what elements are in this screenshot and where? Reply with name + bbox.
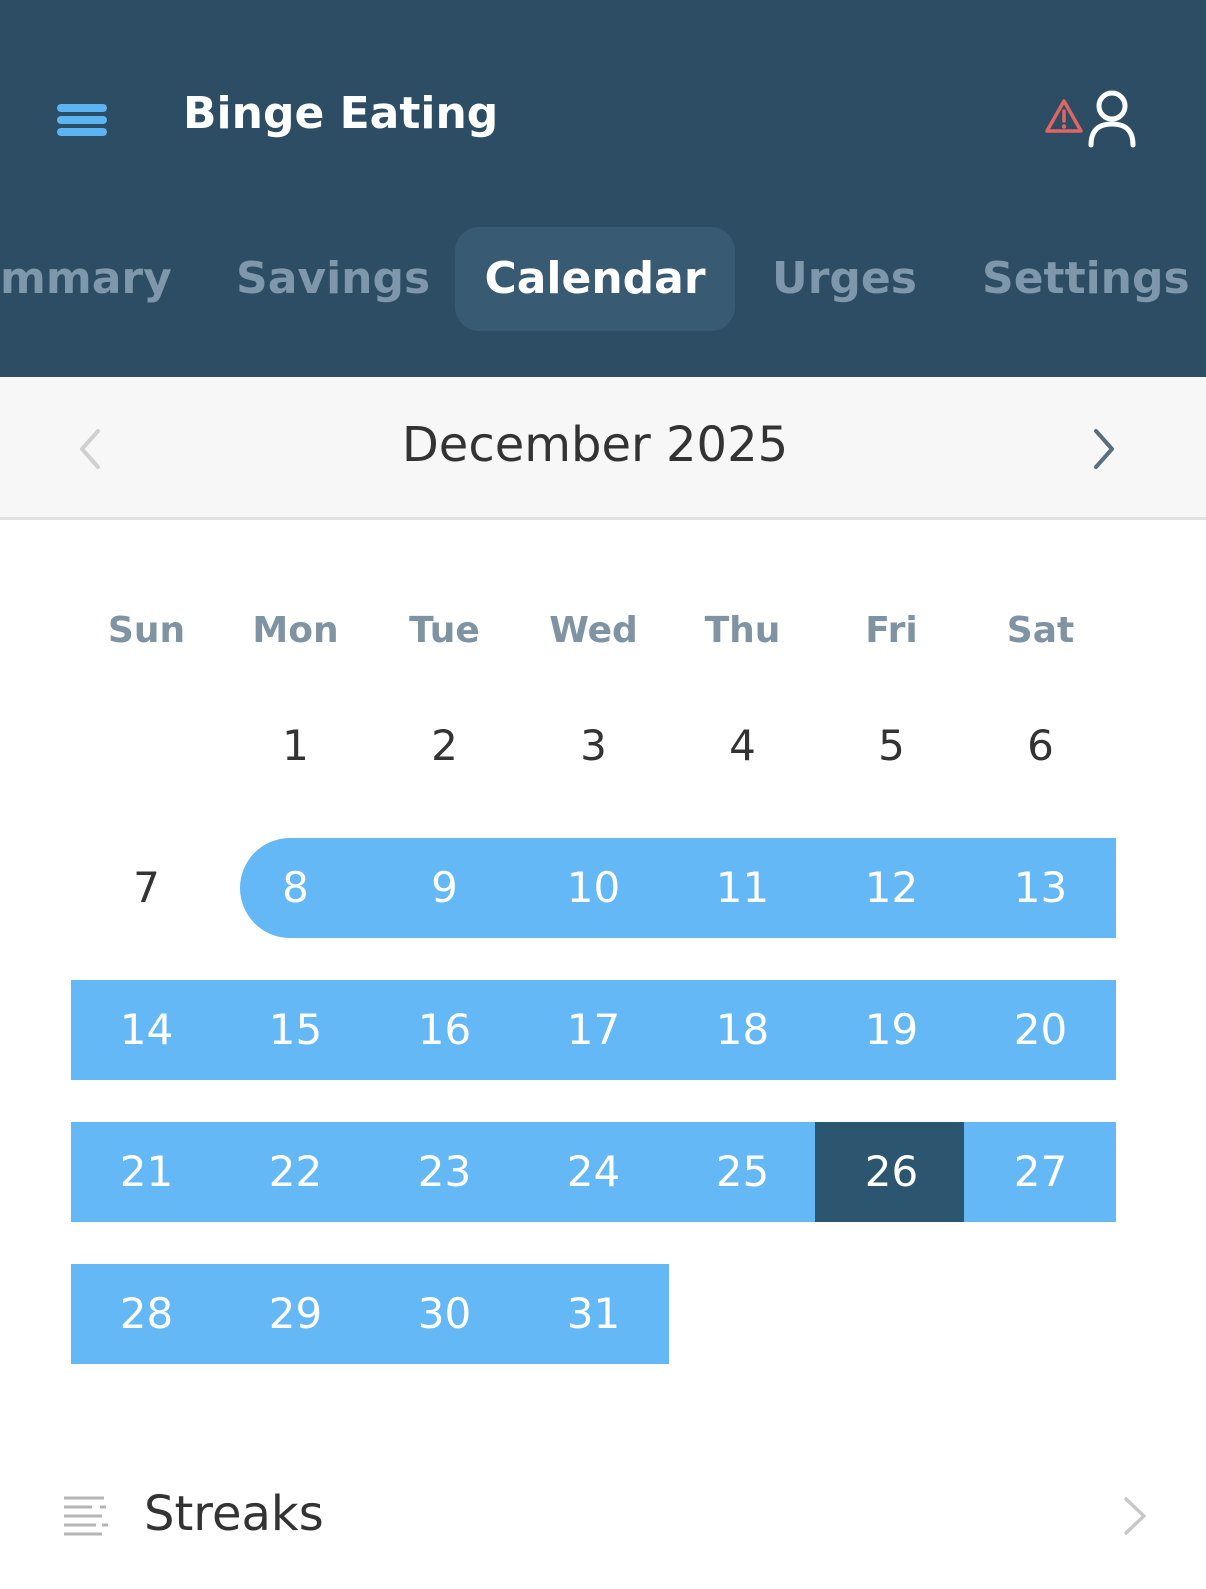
chevron-right-icon [1124, 1497, 1146, 1535]
calendar-day[interactable]: 29 [221, 1264, 370, 1364]
month-navigation: December 2025 [0, 377, 1206, 520]
calendar-day[interactable]: 20 [966, 980, 1115, 1080]
weekday-label: Tue [409, 610, 480, 651]
weekday-label: Sun [107, 610, 186, 651]
weekday-label: Fri [865, 610, 918, 651]
menu-line [57, 104, 107, 112]
menu-line [57, 128, 107, 136]
tab-settings[interactable]: Settings [982, 227, 1190, 331]
calendar-day[interactable]: 31 [519, 1264, 668, 1364]
calendar-day[interactable]: 9 [370, 838, 519, 938]
tab-bar: mmary Savings Calendar Urges Settings [0, 183, 1206, 377]
calendar-day[interactable]: 21 [72, 1122, 221, 1222]
calendar-day[interactable]: 1 [221, 696, 370, 796]
calendar-day[interactable]: 2 [370, 696, 519, 796]
weekday-label: Sat [1006, 610, 1075, 651]
calendar-day[interactable]: 23 [370, 1122, 519, 1222]
weekday-label: Mon [252, 610, 339, 651]
weekday-label: Thu [704, 610, 781, 651]
calendar-day[interactable]: 13 [966, 838, 1115, 938]
calendar-day[interactable]: 30 [370, 1264, 519, 1364]
calendar-day[interactable]: 17 [519, 980, 668, 1080]
calendar-day[interactable]: 11 [668, 838, 817, 938]
calendar-day[interactable]: 28 [72, 1264, 221, 1364]
app-header: Binge Eating [0, 0, 1206, 183]
weekday-label: Wed [549, 610, 638, 651]
warning-triangle-icon[interactable] [1044, 98, 1084, 134]
calendar-day[interactable]: 22 [221, 1122, 370, 1222]
user-profile-icon[interactable] [1087, 88, 1137, 148]
calendar-day[interactable]: 25 [668, 1122, 817, 1222]
calendar-day[interactable]: 6 [966, 696, 1115, 796]
calendar-day[interactable]: 3 [519, 696, 668, 796]
calendar-day[interactable]: 24 [519, 1122, 668, 1222]
calendar-day[interactable]: 27 [966, 1122, 1115, 1222]
calendar-day[interactable]: 16 [370, 980, 519, 1080]
tab-summary[interactable]: mmary [0, 227, 172, 331]
calendar-day[interactable]: 5 [817, 696, 966, 796]
calendar-day[interactable]: 15 [221, 980, 370, 1080]
tab-calendar[interactable]: Calendar [455, 227, 735, 331]
calendar-day[interactable]: 14 [72, 980, 221, 1080]
streaks-label: Streaks [144, 1486, 324, 1542]
calendar-day[interactable]: 19 [817, 980, 966, 1080]
list-lines-icon [64, 1496, 108, 1536]
calendar-day[interactable]: 18 [668, 980, 817, 1080]
calendar-day-today[interactable]: 26 [817, 1122, 966, 1222]
streaks-row[interactable]: Streaks [0, 1466, 1206, 1566]
month-title: December 2025 [401, 417, 789, 473]
tab-savings[interactable]: Savings [236, 227, 430, 331]
tab-urges[interactable]: Urges [772, 227, 917, 331]
app-title: Binge Eating [183, 88, 499, 139]
calendar-day[interactable]: 12 [817, 838, 966, 938]
chevron-right-icon[interactable] [1086, 425, 1122, 473]
menu-line [57, 116, 107, 124]
calendar-day[interactable]: 10 [519, 838, 668, 938]
hamburger-menu-icon[interactable] [57, 101, 109, 139]
calendar-day[interactable]: 7 [72, 838, 221, 938]
calendar-day[interactable]: 4 [668, 696, 817, 796]
calendar-day[interactable]: 8 [221, 838, 370, 938]
